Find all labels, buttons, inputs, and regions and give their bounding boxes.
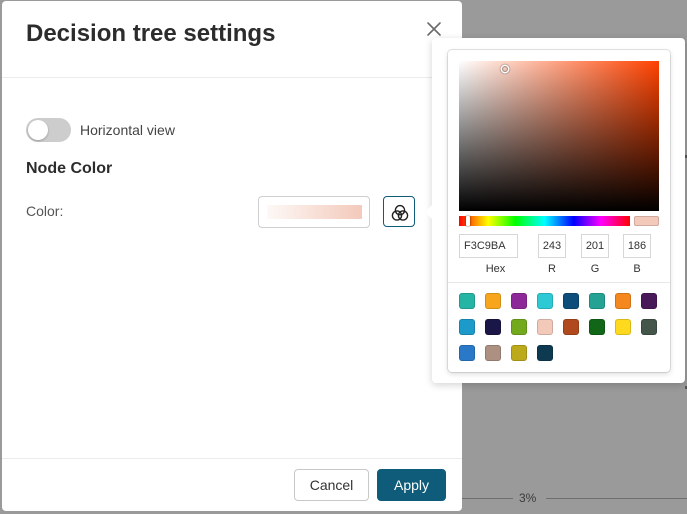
apply-button[interactable]: Apply: [377, 469, 446, 501]
preset-swatch[interactable]: [615, 319, 631, 335]
preset-swatch[interactable]: [511, 345, 527, 361]
preset-swatch[interactable]: [459, 345, 475, 361]
hue-slider-handle[interactable]: [465, 216, 470, 226]
preset-swatch[interactable]: [537, 293, 553, 309]
blue-input[interactable]: [623, 234, 651, 258]
preset-swatch[interactable]: [485, 293, 501, 309]
preset-swatch[interactable]: [563, 319, 579, 335]
saturation-black-layer: [459, 61, 659, 211]
blue-label: B: [633, 263, 641, 275]
preset-swatch[interactable]: [537, 319, 553, 335]
color-preview: [634, 216, 659, 226]
color-picker-panel: Hex R G B: [448, 50, 670, 372]
background-divider: [462, 498, 513, 499]
cancel-button[interactable]: Cancel: [294, 469, 369, 501]
preset-swatch[interactable]: [511, 293, 527, 309]
preset-swatch[interactable]: [511, 319, 527, 335]
preset-swatch[interactable]: [641, 293, 657, 309]
toggle-knob: [28, 120, 48, 140]
preset-swatch[interactable]: [485, 345, 501, 361]
green-label: G: [590, 263, 600, 275]
color-picker-popover: Hex R G B: [425, 38, 685, 383]
background-percent-label: 3%: [519, 491, 537, 505]
green-input[interactable]: [581, 234, 609, 258]
color-field[interactable]: [258, 196, 370, 228]
header-divider: [2, 77, 462, 78]
color-wheel-icon: [391, 204, 409, 221]
preset-swatch[interactable]: [615, 293, 631, 309]
hex-input[interactable]: [459, 234, 518, 258]
horizontal-view-label: Horizontal view: [80, 122, 175, 138]
settings-dialog: Decision tree settings Horizontal view N…: [2, 1, 462, 511]
color-swatch-bar: [267, 205, 362, 219]
popover-arrow: [425, 205, 432, 219]
red-input[interactable]: [538, 234, 566, 258]
preset-swatch[interactable]: [589, 319, 605, 335]
saturation-area[interactable]: [459, 61, 659, 211]
color-picker-button[interactable]: [383, 196, 415, 227]
preset-swatch[interactable]: [537, 345, 553, 361]
background-divider: [546, 498, 687, 499]
preset-swatch[interactable]: [485, 319, 501, 335]
hex-label: Hex: [485, 263, 506, 275]
presets-divider: [448, 282, 670, 283]
preset-swatch[interactable]: [459, 319, 475, 335]
preset-swatch[interactable]: [563, 293, 579, 309]
preset-swatch[interactable]: [589, 293, 605, 309]
dialog-title: Decision tree settings: [26, 20, 276, 47]
preset-swatch[interactable]: [641, 319, 657, 335]
color-label: Color:: [26, 203, 64, 219]
footer-divider: [2, 458, 462, 459]
hue-slider[interactable]: [459, 216, 630, 226]
preset-swatch[interactable]: [459, 293, 475, 309]
red-label: R: [548, 263, 556, 275]
saturation-pointer[interactable]: [502, 66, 508, 72]
node-color-heading: Node Color: [26, 160, 113, 177]
horizontal-view-toggle[interactable]: [26, 118, 71, 142]
